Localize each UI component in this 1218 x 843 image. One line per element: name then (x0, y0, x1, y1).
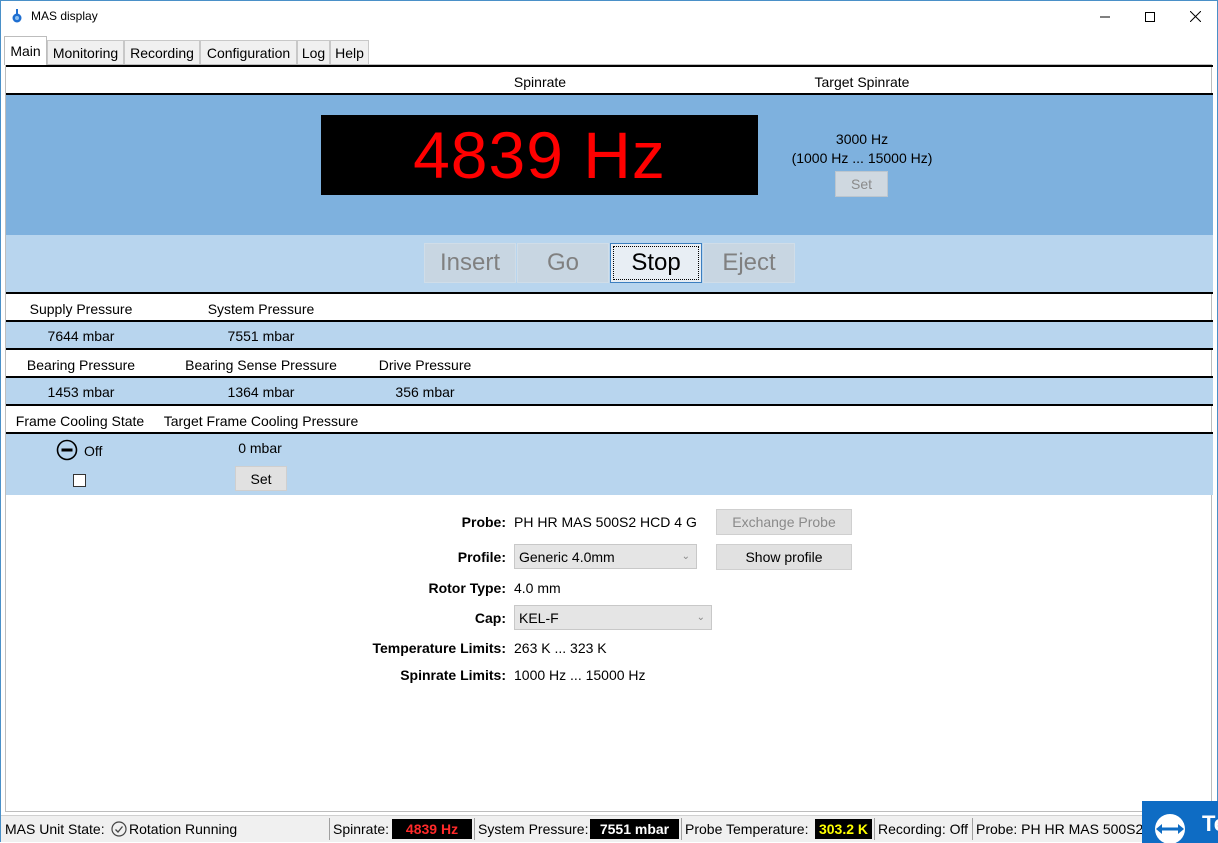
status-recording: Recording: Off (878, 821, 969, 837)
target-frame-cooling-pressure-value: 0 mbar (238, 440, 282, 456)
status-probe: Probe: PH HR MAS 500S2 (976, 821, 1144, 837)
remote-arrows-icon (1150, 810, 1190, 843)
tab-main[interactable]: Main (4, 36, 47, 65)
chevron-down-icon: ⌄ (696, 612, 705, 623)
frame-cooling-checkbox[interactable] (73, 474, 86, 487)
remote-widget-label: Te (1202, 811, 1218, 836)
set-frame-cooling-button[interactable]: Set (235, 466, 287, 491)
set-target-spinrate-button[interactable]: Set (835, 171, 888, 197)
stop-button[interactable]: Stop (610, 243, 702, 283)
supply-pressure-value: 7644 mbar (47, 328, 115, 344)
maximize-button[interactable] (1127, 1, 1173, 32)
cap-dropdown-value: KEL-F (519, 609, 559, 626)
profile-dropdown[interactable]: Generic 4.0mm ⌄ (514, 544, 697, 569)
exchange-probe-button[interactable]: Exchange Probe (716, 509, 852, 535)
divider (6, 404, 1213, 406)
minimize-icon (1100, 16, 1110, 17)
bearing-sense-pressure-value: 1364 mbar (227, 384, 295, 400)
maximize-icon (1145, 11, 1155, 22)
status-spinrate-value: 4839 Hz (392, 819, 472, 839)
minimize-button[interactable] (1082, 1, 1128, 32)
chevron-down-icon: ⌄ (681, 551, 690, 562)
frame-cooling-band (6, 434, 1213, 495)
target-spinrate-header: Target Spinrate (814, 74, 910, 90)
drive-pressure-label: Drive Pressure (378, 357, 472, 373)
bearing-sense-pressure-label: Bearing Sense Pressure (185, 357, 337, 373)
show-profile-button[interactable]: Show profile (716, 544, 852, 570)
tab-help[interactable]: Help (330, 40, 369, 64)
status-probe-temperature-label: Probe Temperature: (685, 821, 809, 837)
status-system-pressure-label: System Pressure: (478, 821, 589, 837)
app-window: MAS display Main Monitoring Recording Co… (0, 0, 1218, 843)
eject-button[interactable]: Eject (703, 243, 795, 283)
rotor-type-label: Rotor Type: (428, 580, 506, 596)
divider (6, 65, 1213, 67)
spinrate-limits-value: 1000 Hz ... 15000 Hz (514, 667, 646, 683)
target-spinrate-range: (1000 Hz ... 15000 Hz) (791, 150, 933, 166)
rotor-type-value: 4.0 mm (514, 580, 561, 596)
target-frame-cooling-pressure-label: Target Frame Cooling Pressure (163, 413, 359, 429)
status-bar: MAS Unit State: Rotation Running Spinrat… (1, 815, 1217, 842)
spinrate-limits-label: Spinrate Limits: (400, 667, 506, 683)
tab-monitoring[interactable]: Monitoring (47, 40, 124, 64)
target-spinrate-value: 3000 Hz (835, 131, 889, 147)
close-icon (1189, 11, 1201, 22)
window-title: MAS display (31, 9, 98, 23)
divider (6, 348, 1213, 350)
cap-label: Cap: (474, 610, 506, 626)
insert-button[interactable]: Insert (424, 243, 516, 283)
temperature-limits-label: Temperature Limits: (372, 640, 506, 656)
status-spinrate-label: Spinrate: (333, 821, 390, 837)
frame-cooling-state-label: Frame Cooling State (15, 413, 145, 429)
title-bar: MAS display (1, 1, 1217, 32)
temperature-limits-value: 263 K ... 323 K (514, 640, 607, 656)
bearing-pressure-label: Bearing Pressure (26, 357, 136, 373)
profile-dropdown-value: Generic 4.0mm (519, 548, 615, 565)
cap-dropdown[interactable]: KEL-F ⌄ (514, 605, 712, 630)
frame-cooling-state-value: Off (84, 443, 103, 459)
divider (972, 818, 973, 840)
main-panel: Spinrate Target Spinrate 4839 Hz 3000 Hz… (5, 64, 1213, 812)
off-state-icon (56, 439, 78, 461)
system-pressure-value: 7551 mbar (227, 328, 295, 344)
tab-configuration[interactable]: Configuration (200, 40, 297, 64)
drive-pressure-value: 356 mbar (395, 384, 455, 400)
go-button[interactable]: Go (517, 243, 609, 283)
unit-state-label: MAS Unit State: (5, 821, 105, 837)
unit-state-value: Rotation Running (129, 821, 238, 837)
remote-control-widget[interactable]: Te (1142, 801, 1218, 843)
divider (681, 818, 682, 840)
probe-label: Probe: (461, 514, 506, 530)
divider (6, 292, 1213, 294)
divider (329, 818, 330, 840)
status-system-pressure-value: 7551 mbar (590, 819, 679, 839)
close-button[interactable] (1172, 1, 1218, 32)
spinrate-header: Spinrate (513, 74, 567, 90)
profile-label: Profile: (457, 549, 506, 565)
supply-pressure-label: Supply Pressure (29, 301, 133, 317)
divider (474, 818, 475, 840)
bearing-pressure-value: 1453 mbar (47, 384, 115, 400)
status-probe-temperature-value: 303.2 K (815, 819, 872, 839)
app-icon (12, 9, 22, 23)
probe-value: PH HR MAS 500S2 HCD 4 G (514, 514, 697, 530)
tab-log[interactable]: Log (297, 40, 330, 64)
tab-recording[interactable]: Recording (124, 40, 200, 64)
divider (874, 818, 875, 840)
spinrate-display: 4839 Hz (321, 115, 758, 195)
check-circle-icon (111, 821, 127, 837)
system-pressure-label: System Pressure (207, 301, 315, 317)
